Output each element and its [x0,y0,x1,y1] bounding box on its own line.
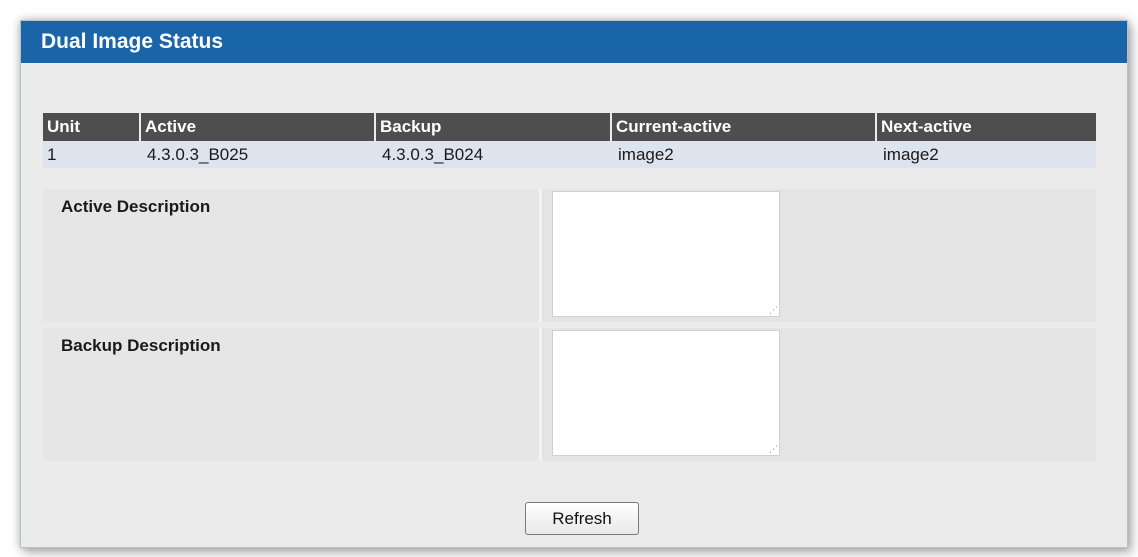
refresh-button[interactable]: Refresh [525,502,639,535]
column-header-current-active: Current-active [612,113,877,141]
backup-description-label-cell: Backup Description [43,328,542,461]
column-header-next-active: Next-active [881,117,972,136]
backup-description-textarea[interactable] [552,330,780,456]
cell-unit: 1 [47,145,57,164]
column-header-active: Active [141,113,376,141]
cell-backup-image: 4.3.0.3_B024 [382,145,484,164]
backup-description-row: Backup Description ⋰ [43,328,1096,461]
active-description-row: Active Description ⋰ [43,189,1096,322]
column-header-unit: Unit [43,113,141,141]
active-description-label: Active Description [61,197,211,216]
backup-description-label: Backup Description [61,336,221,355]
active-description-textarea[interactable] [552,191,780,317]
cell-next-active: image2 [883,145,939,164]
dual-image-status-panel: Dual Image Status Unit Active Backup Cur… [20,20,1128,548]
table-row: 1 4.3.0.3_B025 4.3.0.3_B024 image2 image… [43,141,1096,168]
panel-title: Dual Image Status [41,30,224,53]
column-header-backup: Backup [376,113,612,141]
dual-image-table: Unit Active Backup Current-active Next-a… [43,113,1096,168]
active-description-label-cell: Active Description [43,189,542,322]
cell-current-active: image2 [618,145,674,164]
table-header-row: Unit Active Backup Current-active Next-a… [43,113,1096,141]
cell-active-image: 4.3.0.3_B025 [147,145,249,164]
panel-title-bar: Dual Image Status [21,21,1127,63]
